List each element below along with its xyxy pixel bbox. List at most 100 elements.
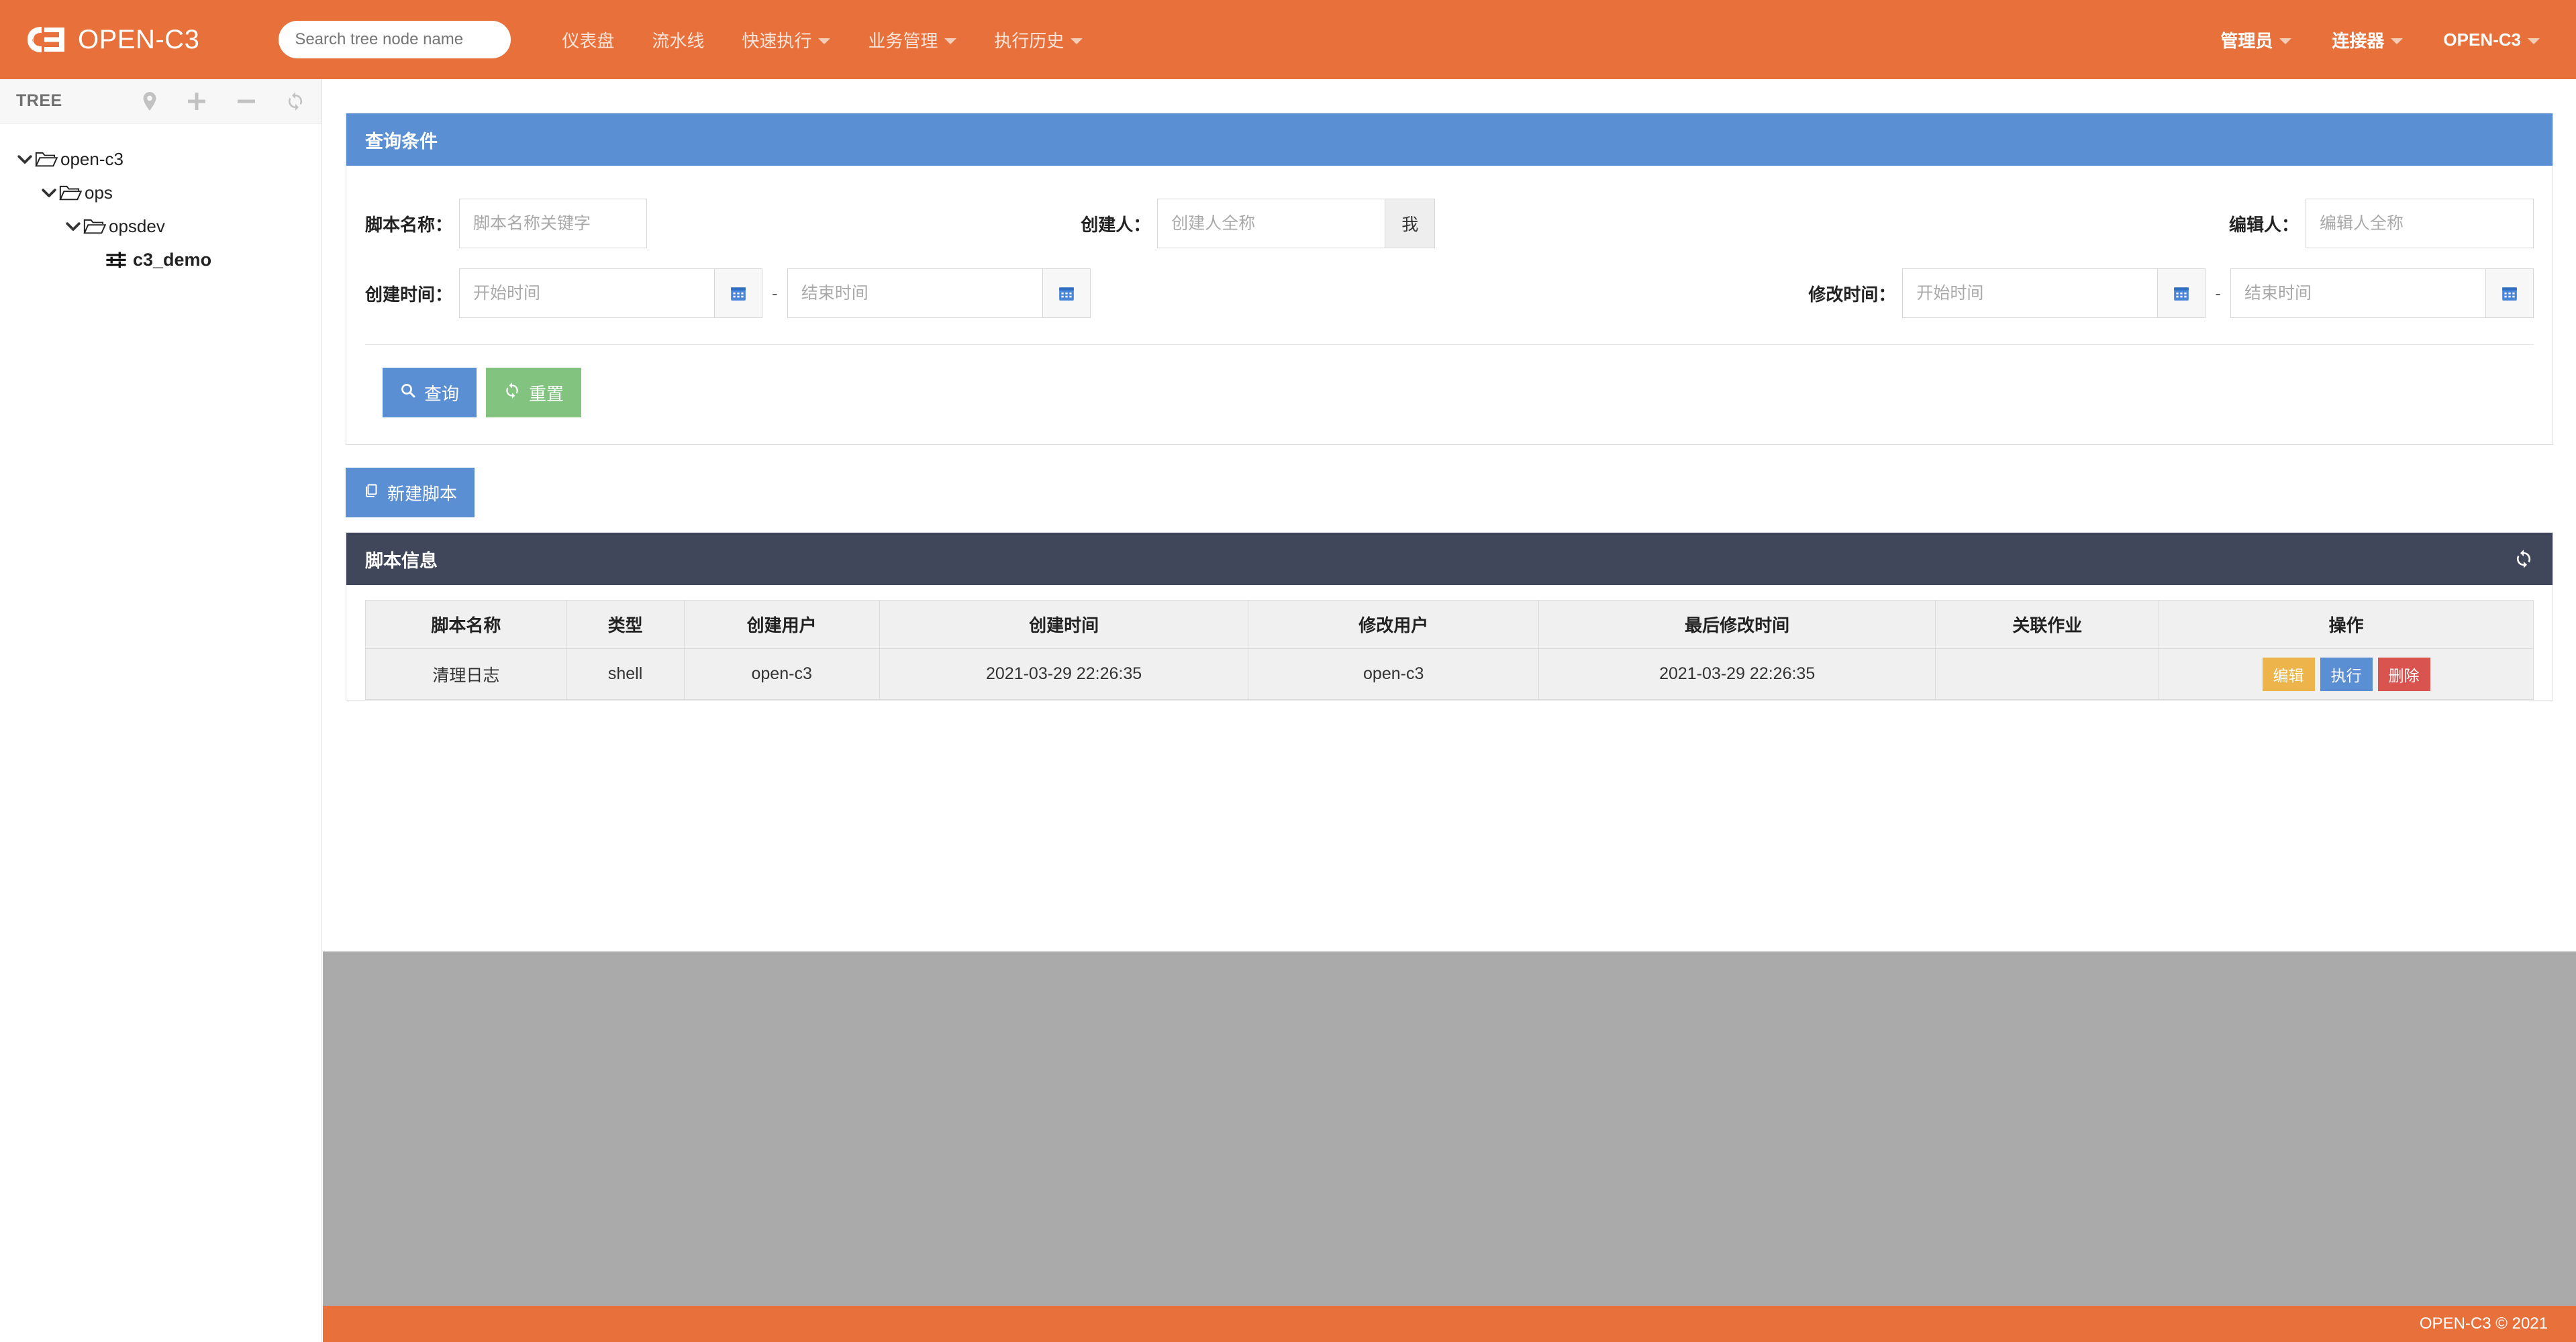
field-creator: 创建人： 我 <box>1081 199 1796 248</box>
row-action-buttons: 编辑 执行 删除 <box>2159 658 2533 691</box>
brand[interactable]: OPS OPEN-C3 <box>26 24 199 55</box>
execute-button[interactable]: 执行 <box>2320 658 2373 691</box>
col-last-modify-time: 最后修改时间 <box>1539 601 1936 649</box>
col-create-user: 创建用户 <box>684 601 879 649</box>
chevron-down-icon <box>1071 38 1083 44</box>
refresh-icon[interactable] <box>285 91 305 111</box>
col-script-name: 脚本名称 <box>366 601 567 649</box>
tree-node-opsdev[interactable]: opsdev <box>0 209 321 243</box>
nav-label: 连接器 <box>2332 28 2384 52</box>
new-script-wrap: 新建脚本 <box>346 445 2553 532</box>
chevron-down-icon <box>2279 38 2291 44</box>
field-editor: 编辑人： <box>1796 199 2534 248</box>
cell-related-job <box>1936 649 2159 700</box>
main-nav: 仪表盘 流水线 快速执行 业务管理 执行历史 <box>543 0 1101 79</box>
folder-open-icon <box>35 150 58 168</box>
tree-node-open-c3[interactable]: open-c3 <box>0 142 321 176</box>
nav-item-admin[interactable]: 管理员 <box>2200 0 2312 79</box>
nav-item-dashboard[interactable]: 仪表盘 <box>543 0 633 79</box>
creator-input[interactable] <box>1157 199 1385 248</box>
footer-copyright: OPEN-C3 © 2021 <box>2420 1314 2548 1333</box>
tree-node-label: open-c3 <box>60 149 123 170</box>
editor-input[interactable] <box>2306 199 2534 248</box>
chevron-down-icon <box>15 149 35 169</box>
col-operations: 操作 <box>2159 601 2534 649</box>
tree-node-ops[interactable]: ops <box>0 176 321 209</box>
cell-create-user: open-c3 <box>684 649 879 700</box>
minus-icon[interactable] <box>236 91 257 112</box>
chevron-down-icon <box>63 216 83 236</box>
nav-label: 业务管理 <box>868 28 938 52</box>
create-time-end-group <box>787 268 1091 318</box>
refresh-icon <box>503 382 521 404</box>
nav-item-quick-exec[interactable]: 快速执行 <box>723 0 849 79</box>
creator-me-button[interactable]: 我 <box>1385 199 1435 248</box>
calendar-icon[interactable] <box>2485 268 2534 318</box>
cell-operations: 编辑 执行 删除 <box>2159 649 2534 700</box>
chevron-down-icon <box>2528 38 2540 44</box>
tree-node-c3-demo[interactable]: c3_demo <box>0 243 321 276</box>
location-pin-icon[interactable] <box>142 91 158 111</box>
nav-item-business-mgmt[interactable]: 业务管理 <box>849 0 975 79</box>
nav-label: OPEN-C3 <box>2443 30 2521 50</box>
delete-button[interactable]: 删除 <box>2378 658 2430 691</box>
query-conditions-panel: 查询条件 脚本名称： 创建人： 我 编辑人： <box>346 113 2553 445</box>
cell-modify-user: open-c3 <box>1248 649 1539 700</box>
col-create-time: 创建时间 <box>879 601 1248 649</box>
create-time-end-input[interactable] <box>787 268 1042 318</box>
editor-label: 编辑人： <box>2229 211 2299 236</box>
modify-time-start-input[interactable] <box>1902 268 2157 318</box>
calendar-icon[interactable] <box>2157 268 2206 318</box>
new-script-button[interactable]: 新建脚本 <box>346 468 475 517</box>
footer-bar: OPEN-C3 © 2021 <box>323 1306 2576 1342</box>
open-c3-logo-icon: OPS <box>26 24 67 55</box>
query-row-2: 创建时间： - <box>365 258 2534 328</box>
script-name-label: 脚本名称： <box>365 211 452 236</box>
nav-label: 执行历史 <box>994 28 1064 52</box>
calendar-icon[interactable] <box>714 268 762 318</box>
reset-button[interactable]: 重置 <box>486 368 581 417</box>
script-name-input[interactable] <box>459 199 647 248</box>
modify-time-label: 修改时间： <box>1808 281 1895 306</box>
col-related-job: 关联作业 <box>1936 601 2159 649</box>
col-modify-user: 修改用户 <box>1248 601 1539 649</box>
query-panel-body: 脚本名称： 创建人： 我 编辑人： 创 <box>346 166 2553 444</box>
edit-button[interactable]: 编辑 <box>2263 658 2315 691</box>
nav-item-user-menu[interactable]: OPEN-C3 <box>2423 0 2560 79</box>
new-script-button-label: 新建脚本 <box>387 480 457 505</box>
modify-time-range-dash: - <box>2206 283 2230 304</box>
reset-button-label: 重置 <box>529 380 564 405</box>
tree-header: TREE <box>0 79 321 123</box>
refresh-icon[interactable] <box>2514 549 2534 569</box>
cell-type: shell <box>566 649 684 700</box>
calendar-icon[interactable] <box>1042 268 1091 318</box>
query-actions: 查询 重置 <box>365 345 2534 427</box>
plus-icon[interactable] <box>186 91 207 112</box>
script-table: 脚本名称 类型 创建用户 创建时间 修改用户 最后修改时间 关联作业 操作 清理 <box>365 600 2534 700</box>
folder-open-icon <box>83 217 106 236</box>
nav-item-exec-history[interactable]: 执行历史 <box>975 0 1101 79</box>
cell-last-modify-time: 2021-03-29 22:26:35 <box>1539 649 1936 700</box>
tree-body: open-c3 ops opsdev c3_demo <box>0 123 321 276</box>
script-panel-header: 脚本信息 <box>346 533 2553 585</box>
table-row[interactable]: 清理日志 shell open-c3 2021-03-29 22:26:35 o… <box>366 649 2534 700</box>
field-modify-time: 修改时间： - <box>1450 268 2534 318</box>
modify-time-end-input[interactable] <box>2230 268 2485 318</box>
nav-label: 仪表盘 <box>562 28 614 52</box>
chevron-down-icon <box>944 38 956 44</box>
nav-item-pipeline[interactable]: 流水线 <box>633 0 723 79</box>
tree-panel-title: TREE <box>16 91 62 111</box>
search-button[interactable]: 查询 <box>383 368 477 417</box>
col-type: 类型 <box>566 601 684 649</box>
create-time-start-input[interactable] <box>459 268 714 318</box>
search-button-label: 查询 <box>424 380 459 405</box>
chevron-down-icon <box>2391 38 2403 44</box>
folder-open-icon <box>59 183 82 202</box>
tree-search-input[interactable] <box>279 21 511 58</box>
table-header-row: 脚本名称 类型 创建用户 创建时间 修改用户 最后修改时间 关联作业 操作 <box>366 601 2534 649</box>
query-panel-title: 查询条件 <box>365 127 438 153</box>
brand-title: OPEN-C3 <box>78 25 199 55</box>
create-time-start-group <box>459 268 762 318</box>
nav-item-connector[interactable]: 连接器 <box>2312 0 2423 79</box>
sliders-icon <box>105 250 128 269</box>
